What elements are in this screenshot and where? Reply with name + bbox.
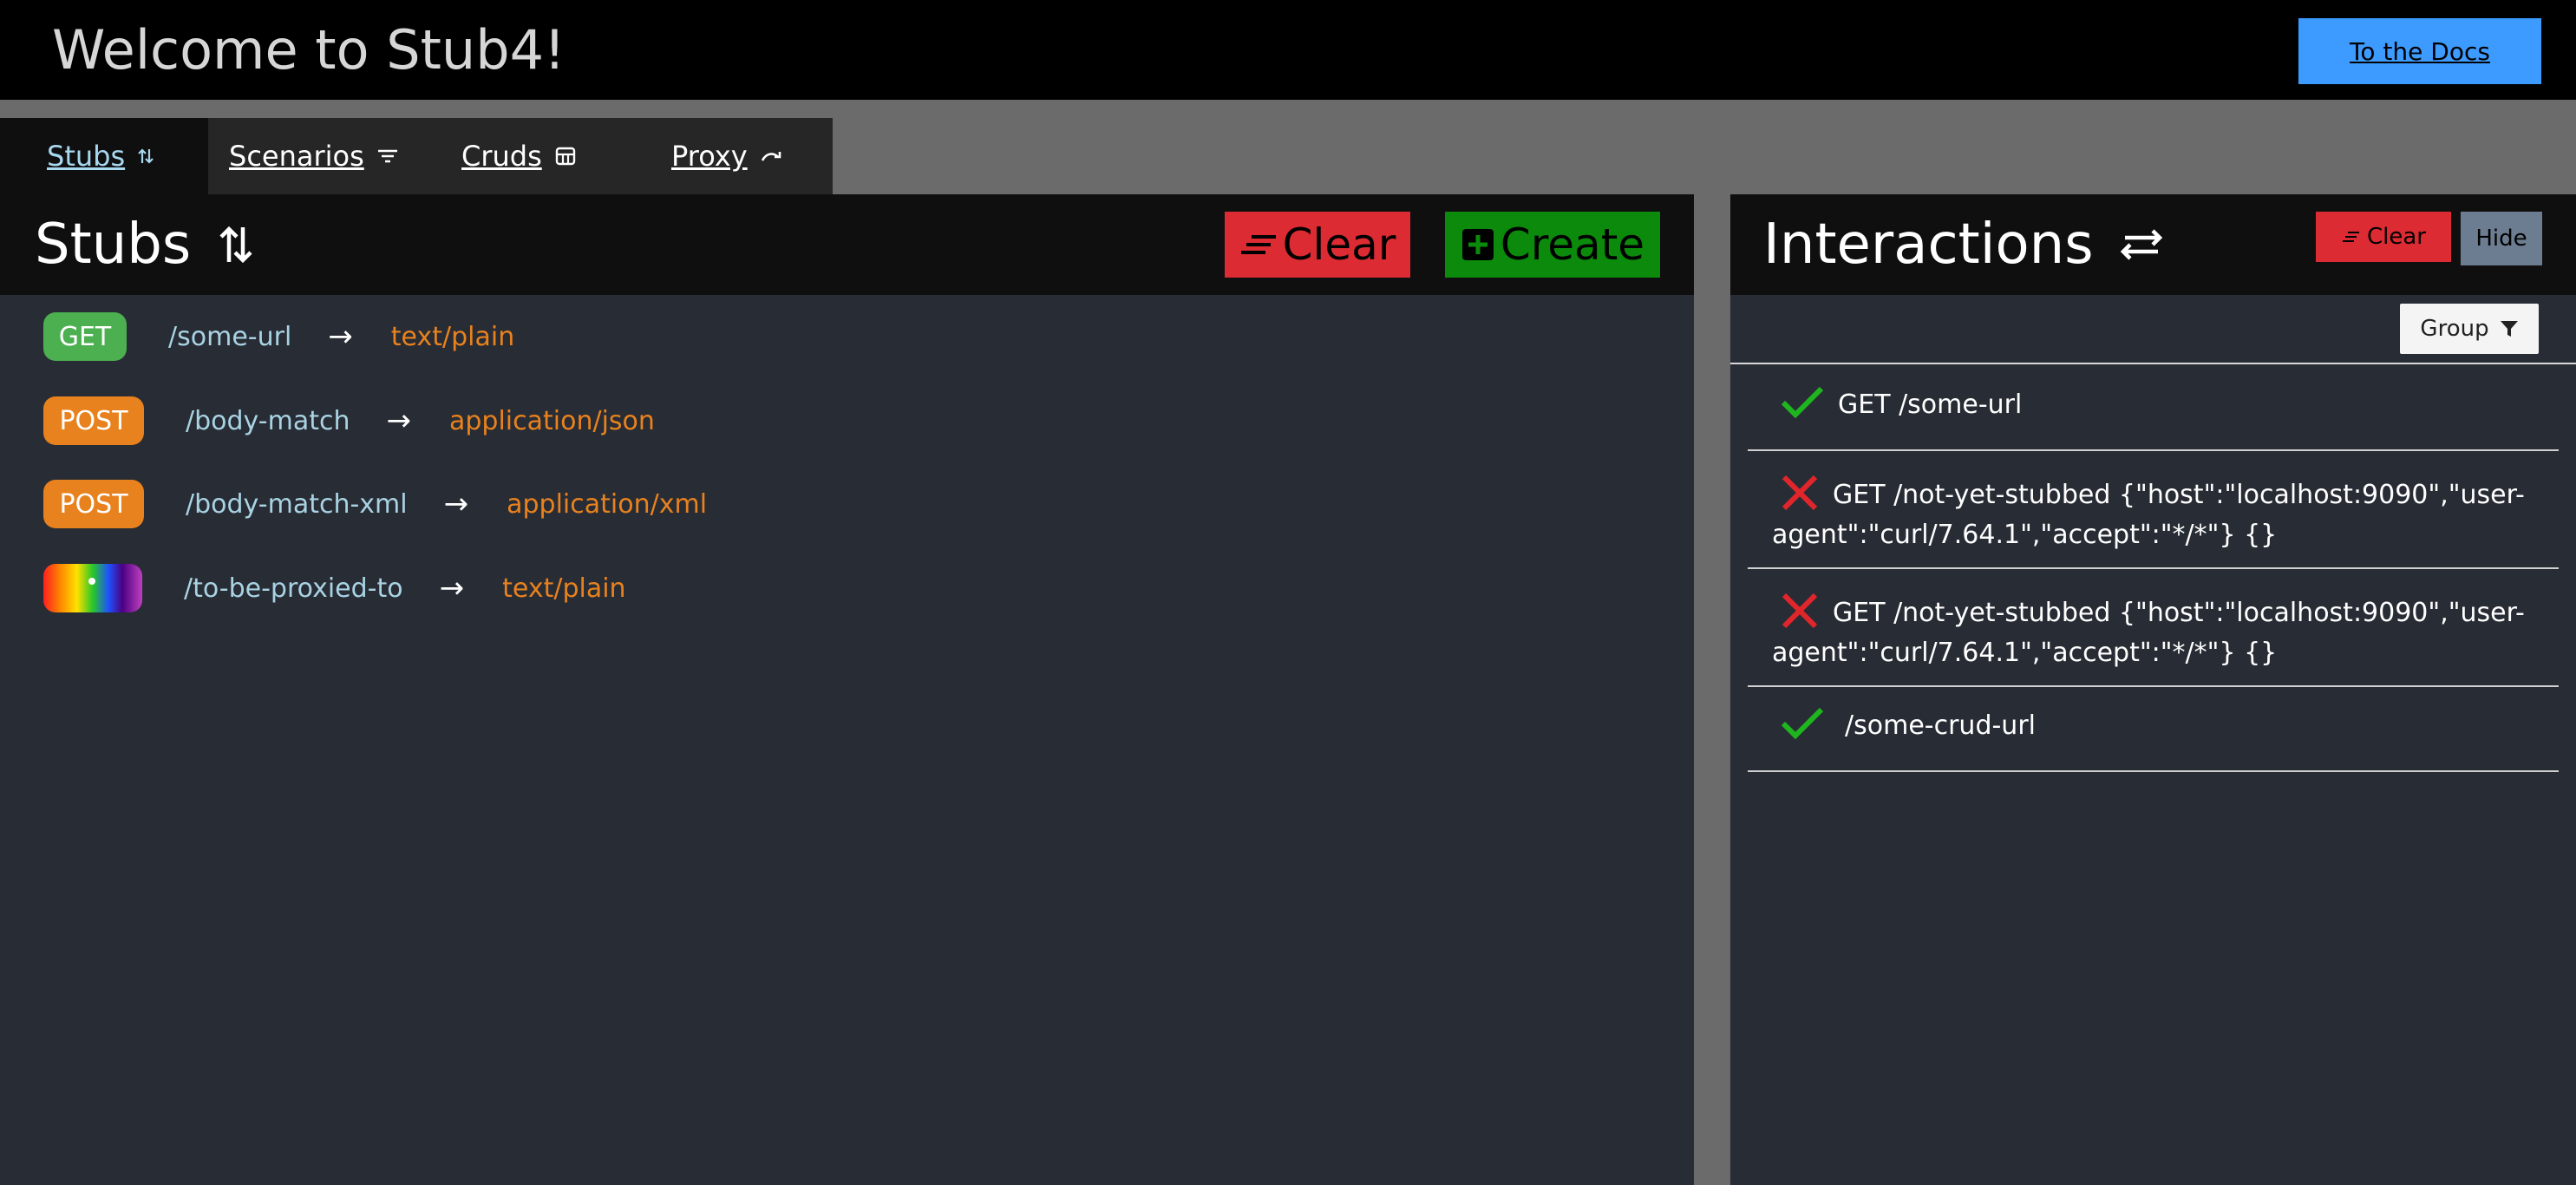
database-table-icon bbox=[554, 145, 577, 167]
clear-stubs-button[interactable]: Clear bbox=[1225, 212, 1410, 278]
method-badge: POST bbox=[43, 480, 144, 528]
method-badge: POST bbox=[43, 396, 144, 445]
clear-lines-icon bbox=[1239, 232, 1278, 258]
interaction-item[interactable]: GET /not-yet-stubbed {"host":"localhost:… bbox=[1748, 569, 2559, 687]
stub-row[interactable]: /to-be-proxied-to → text/plain bbox=[43, 564, 626, 612]
interaction-text: GET /not-yet-stubbed {"host":"localhost:… bbox=[1772, 598, 2525, 668]
tab-label: Stubs bbox=[47, 140, 126, 173]
tab-scenarios[interactable]: Scenarios bbox=[208, 118, 409, 194]
hide-button[interactable]: Hide bbox=[2461, 212, 2542, 265]
any-method-badge bbox=[43, 564, 142, 612]
create-label: Create bbox=[1500, 219, 1645, 270]
tab-stubs[interactable]: Stubs bbox=[0, 118, 208, 194]
stubs-header: Stubs Clear Create bbox=[0, 194, 1694, 295]
interaction-line: GET /not-yet-stubbed {"host":"localhost:… bbox=[1772, 475, 2533, 552]
badge-dot bbox=[88, 578, 95, 585]
interaction-item[interactable]: GET /not-yet-stubbed {"host":"localhost:… bbox=[1748, 451, 2559, 569]
group-button[interactable]: Group bbox=[2400, 304, 2539, 354]
clear-label: Clear bbox=[1282, 219, 1396, 270]
tab-bar: Stubs Scenarios Cruds Proxy bbox=[0, 118, 833, 194]
stubs-title-text: Stubs bbox=[35, 213, 192, 277]
redo-arrow-icon bbox=[760, 147, 784, 166]
stubs-panel: Stubs Clear Create GET /some-url → text/… bbox=[0, 194, 1694, 1185]
interactions-panel: Interactions Clear Hide Group GET /some-… bbox=[1730, 194, 2576, 1185]
interaction-text: GET /not-yet-stubbed {"host":"localhost:… bbox=[1772, 480, 2525, 550]
stub-content-type: text/plain bbox=[390, 321, 515, 352]
tab-label: Proxy bbox=[671, 140, 748, 173]
interaction-text: /some-crud-url bbox=[1845, 710, 2036, 741]
create-stub-button[interactable]: Create bbox=[1445, 212, 1660, 278]
interaction-text: GET /some-url bbox=[1838, 390, 2023, 420]
check-icon bbox=[1781, 385, 1824, 427]
top-bar: Welcome to Stub4! To the Docs bbox=[0, 0, 2576, 100]
cross-icon bbox=[1781, 475, 1819, 519]
stub-content-type: text/plain bbox=[502, 573, 626, 604]
stub-row[interactable]: GET /some-url → text/plain bbox=[43, 312, 514, 361]
interaction-item[interactable]: /some-crud-url bbox=[1748, 687, 2559, 772]
tab-cruds[interactable]: Cruds bbox=[409, 118, 618, 194]
method-badge: GET bbox=[43, 312, 127, 361]
arrow-icon: → bbox=[443, 487, 469, 521]
stub-url: /body-match-xml bbox=[186, 488, 408, 520]
stub-url: /body-match bbox=[186, 405, 350, 436]
arrow-icon: → bbox=[328, 319, 353, 354]
arrow-icon: → bbox=[386, 403, 411, 438]
group-label: Group bbox=[2420, 316, 2489, 342]
page-title: Welcome to Stub4! bbox=[52, 18, 566, 82]
tab-proxy[interactable]: Proxy bbox=[618, 118, 833, 194]
check-icon bbox=[1781, 706, 1824, 748]
interactions-title: Interactions bbox=[1763, 212, 2165, 278]
tab-label: Scenarios bbox=[229, 140, 364, 173]
interaction-line: GET /not-yet-stubbed {"host":"localhost:… bbox=[1772, 592, 2533, 670]
docs-button[interactable]: To the Docs bbox=[2298, 18, 2541, 84]
filter-funnel-icon bbox=[2500, 319, 2519, 338]
arrow-icon: → bbox=[439, 571, 465, 606]
stub-content-type: application/xml bbox=[507, 488, 708, 520]
sort-arrows-icon bbox=[217, 222, 255, 267]
filter-lines-icon bbox=[376, 147, 399, 165]
stub-row[interactable]: POST /body-match-xml → application/xml bbox=[43, 480, 707, 528]
stub-content-type: application/json bbox=[448, 405, 655, 436]
sort-arrows-icon bbox=[137, 146, 154, 167]
tab-label: Cruds bbox=[461, 140, 542, 173]
stub-row[interactable]: POST /body-match → application/json bbox=[43, 396, 655, 445]
exchange-arrows-icon bbox=[2118, 227, 2165, 262]
interactions-title-text: Interactions bbox=[1763, 213, 2094, 277]
interactions-toolbar: Group bbox=[1730, 295, 2576, 364]
stubs-title: Stubs bbox=[35, 212, 255, 278]
cross-icon bbox=[1781, 592, 1819, 637]
interaction-item[interactable]: GET /some-url bbox=[1748, 366, 2559, 451]
interactions-header: Interactions Clear Hide bbox=[1730, 194, 2576, 295]
stub-url: /to-be-proxied-to bbox=[184, 573, 403, 604]
clear-lines-icon bbox=[2341, 230, 2360, 244]
stub-url: /some-url bbox=[168, 321, 292, 352]
clear-label: Clear bbox=[2367, 224, 2426, 250]
plus-square-icon bbox=[1461, 227, 1495, 262]
clear-interactions-button[interactable]: Clear bbox=[2316, 212, 2451, 262]
